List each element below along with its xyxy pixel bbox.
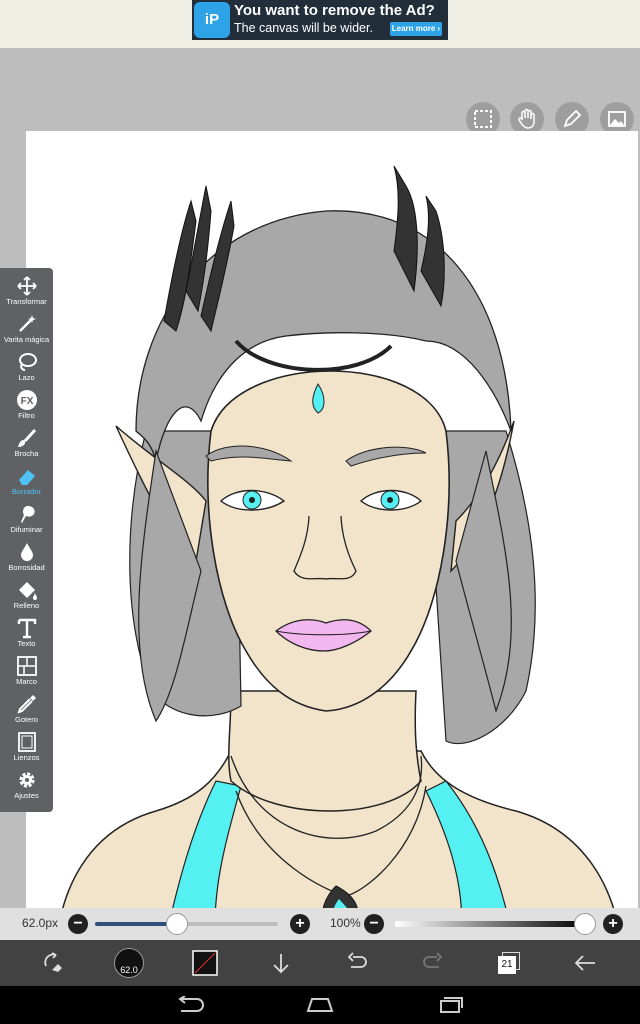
color-swatch-icon: [192, 950, 218, 976]
nav-back-button[interactable]: [160, 986, 220, 1024]
color-button[interactable]: [180, 940, 230, 986]
brush-slider-row: 62.0px − + 100% − +: [0, 908, 640, 940]
tool-label: Texto: [17, 639, 36, 648]
arrow-left-icon: [574, 955, 595, 971]
tool-label: Ajustes: [14, 791, 39, 800]
layers-button[interactable]: 21: [484, 940, 534, 986]
tool-magic-wand[interactable]: Varita mágica: [0, 310, 53, 348]
text-icon: [17, 618, 36, 639]
artwork: [55, 165, 622, 946]
tool-frame[interactable]: Marco: [0, 652, 53, 690]
opacity-plus-button[interactable]: +: [603, 914, 623, 934]
tool-label: Varita mágica: [3, 335, 50, 344]
tool-settings[interactable]: Ajustes: [0, 766, 53, 804]
app-logo-icon: iP: [194, 2, 230, 38]
blur-drop-icon: [20, 543, 33, 561]
opacity-slider-track[interactable]: [395, 921, 585, 927]
tool-label: Borrador: [11, 487, 42, 496]
tool-label: Borrosidad: [8, 563, 45, 572]
back-button[interactable]: [560, 940, 610, 986]
fx-icon: FX: [16, 390, 37, 410]
tool-label: Difuminar: [10, 525, 43, 534]
ad-bar: iP You want to remove the Ad? The canvas…: [0, 0, 640, 48]
ad-banner[interactable]: iP You want to remove the Ad? The canvas…: [192, 0, 448, 40]
tool-canvas[interactable]: Lienzos: [0, 728, 53, 766]
redo-button[interactable]: [408, 940, 458, 986]
tool-eyedropper[interactable]: Gotero: [0, 690, 53, 728]
svg-text:FX: FX: [20, 396, 33, 407]
nav-back-icon: [178, 996, 204, 1012]
tool-eraser[interactable]: Borrador: [0, 462, 53, 500]
layers-icon: 21: [498, 952, 520, 974]
canvas-icon: [17, 732, 36, 752]
brush-preview-icon: 62.0: [114, 948, 144, 978]
tool-blur[interactable]: Borrosidad: [0, 538, 53, 576]
tool-label: Lazo: [18, 373, 35, 382]
tool-smudge[interactable]: Difuminar: [0, 500, 53, 538]
magic-wand-icon: [18, 315, 36, 332]
system-nav-bar: [0, 986, 640, 1024]
eyedropper-icon: [16, 695, 36, 714]
download-button[interactable]: [256, 940, 306, 986]
nav-home-icon: [306, 998, 334, 1012]
tool-palette: Transformar Varita mágica Lazo FX Filtro…: [0, 268, 53, 812]
brush-size-indicator[interactable]: 62.0: [104, 940, 154, 986]
size-minus-button[interactable]: −: [68, 914, 88, 934]
brush-size-value: 62.0px: [22, 916, 59, 930]
brush-icon: [17, 428, 36, 447]
size-plus-button[interactable]: +: [290, 914, 310, 934]
opacity-slider-knob[interactable]: [574, 913, 596, 935]
tool-fill[interactable]: Relleno: [0, 576, 53, 614]
drawing-canvas[interactable]: [26, 131, 638, 946]
tool-label: Filtro: [18, 411, 35, 420]
workspace[interactable]: Transformar Varita mágica Lazo FX Filtro…: [0, 48, 640, 946]
swap-tool-button[interactable]: [28, 940, 78, 986]
ad-title: You want to remove the Ad?: [234, 2, 435, 19]
undo-icon: [347, 952, 367, 968]
brush-size-indicator-label: 62.0: [120, 965, 138, 975]
size-slider-fill: [95, 922, 178, 926]
size-slider-knob[interactable]: [166, 913, 189, 935]
undo-button[interactable]: [332, 940, 382, 986]
nav-recents-icon: [440, 997, 463, 1013]
eraser-icon: [18, 470, 35, 485]
frame-divider-icon: [16, 656, 37, 676]
ad-subtitle: The canvas will be wider.: [234, 21, 373, 35]
bottom-toolbar: 62.0 21: [0, 940, 640, 986]
swap-eraser-icon: [44, 952, 62, 972]
learn-more-button[interactable]: Learn more ›: [390, 22, 442, 36]
move-icon: [16, 276, 37, 296]
tool-transform[interactable]: Transformar: [0, 272, 53, 310]
tool-label: Marco: [16, 677, 37, 686]
tool-label: Lienzos: [13, 753, 40, 762]
tool-filter[interactable]: FX Filtro: [0, 386, 53, 424]
tool-label: Relleno: [13, 601, 40, 610]
tool-label: Brocha: [14, 449, 39, 458]
redo-icon: [423, 952, 443, 968]
fill-bucket-icon: [18, 582, 37, 600]
tool-label: Transformar: [6, 297, 47, 306]
tool-text[interactable]: Texto: [0, 614, 53, 652]
smudge-icon: [20, 506, 35, 523]
opacity-minus-button[interactable]: −: [364, 914, 384, 934]
tool-brush[interactable]: Brocha: [0, 424, 53, 462]
lasso-icon: [18, 353, 37, 371]
nav-home-button[interactable]: [290, 986, 350, 1024]
gear-icon: [18, 772, 35, 788]
nav-recents-button[interactable]: [420, 986, 480, 1024]
tool-lasso[interactable]: Lazo: [0, 348, 53, 386]
tool-label: Gotero: [15, 715, 38, 724]
arrow-down-icon: [273, 954, 289, 974]
layer-count: 21: [498, 956, 516, 974]
opacity-value: 100%: [330, 916, 361, 930]
